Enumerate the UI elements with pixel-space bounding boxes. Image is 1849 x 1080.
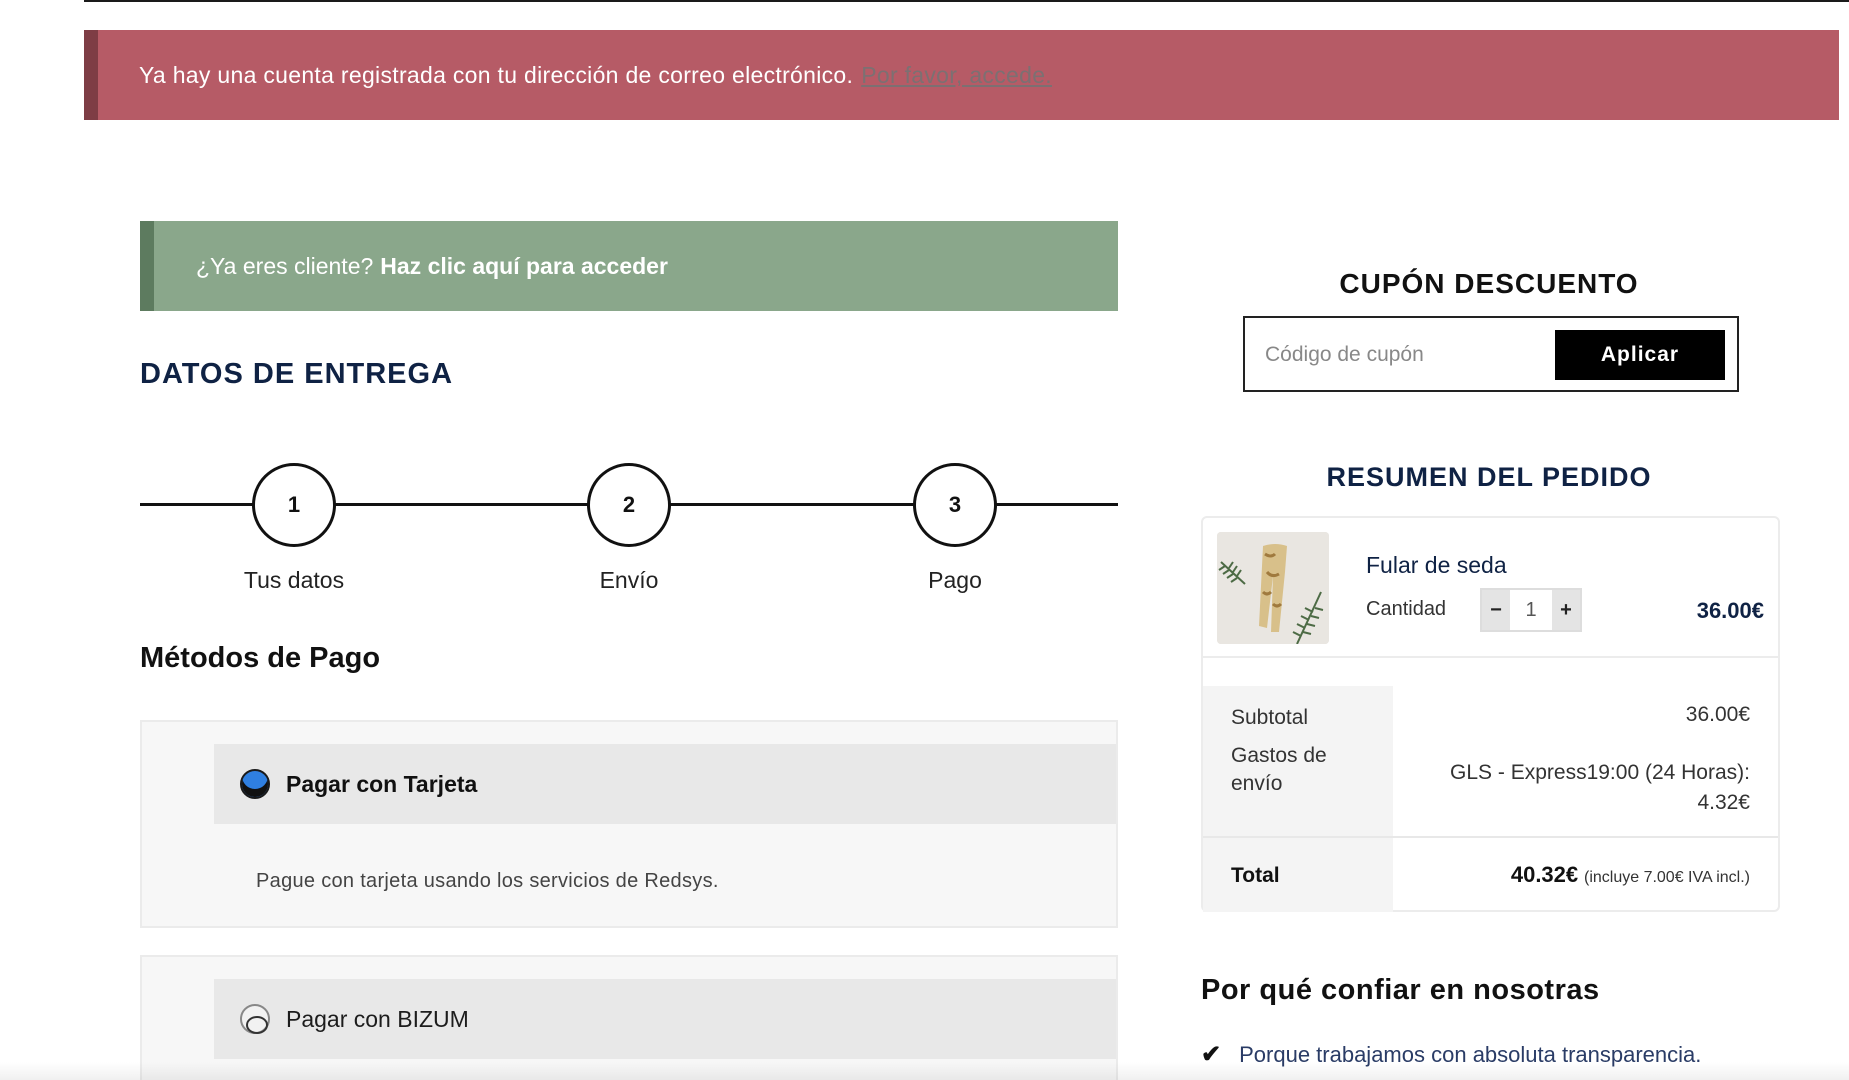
subtotal-value: 36.00€: [1685, 703, 1750, 726]
radio-selected-icon[interactable]: [240, 769, 270, 799]
error-notice-text: Ya hay una cuenta registrada con tu dire…: [139, 61, 854, 88]
product-image: [1217, 532, 1329, 644]
step-3-label: Pago: [928, 567, 982, 593]
step-2-label: Envío: [599, 567, 659, 593]
order-summary-title: RESUMEN DEL PEDIDO: [1326, 462, 1652, 492]
shipping-value: GLS - Express19:00 (24 Horas): 4.32€: [1450, 758, 1750, 818]
product-name: Fular de seda: [1366, 552, 1507, 578]
total-label: Total: [1231, 864, 1280, 887]
error-notice: Ya hay una cuenta registrada con tu dire…: [84, 30, 1839, 120]
product-price: 36.00€: [1696, 598, 1764, 623]
payment-method-card: Pagar con Tarjeta Pague con tarjeta usan…: [140, 720, 1118, 928]
cart-item: Fular de seda Cantidad − 1 + 36.00€: [1203, 518, 1778, 658]
coupon-title: CUPÓN DESCUENTO: [1339, 268, 1639, 299]
tax-note: (incluye 7.00€ IVA incl.): [1583, 869, 1750, 886]
step-shipping: 2 Envío: [549, 463, 709, 594]
shipping-label: Gastos de envío: [1231, 744, 1327, 795]
total-amount: 40.32€: [1510, 862, 1579, 887]
payment-option-label: Pagar con Tarjeta: [286, 770, 478, 797]
subtotal-label: Subtotal: [1231, 706, 1309, 729]
step-2-circle: 2: [587, 463, 671, 547]
payment-option-label: Pagar con BIZUM: [286, 1005, 469, 1032]
trust-section-title: Por qué confiar en nosotras: [1201, 974, 1600, 1006]
login-prompt-link[interactable]: Haz clic aquí para acceder: [380, 253, 668, 280]
total-row: Total 40.32€ (incluye 7.00€ IVA incl.): [1203, 836, 1778, 912]
returning-customer-notice: ¿Ya eres cliente? Haz clic aquí para acc…: [140, 221, 1118, 311]
quantity-stepper: − 1 +: [1480, 588, 1582, 632]
login-link[interactable]: Por favor, accede.: [861, 62, 1052, 89]
subtotal-row: Subtotal 36.00€: [1203, 686, 1778, 742]
order-summary: Fular de seda Cantidad − 1 + 36.00€ Subt…: [1201, 516, 1780, 912]
payment-description: Pague con tarjeta usando los servicios d…: [256, 870, 719, 892]
step-1-label: Tus datos: [243, 567, 345, 593]
minus-icon[interactable]: −: [1482, 590, 1510, 630]
step-1-circle: 1: [252, 463, 336, 547]
checkout-steps: 1 Tus datos 2 Envío 3 Pago: [140, 463, 1118, 593]
payment-option-card[interactable]: Pagar con Tarjeta: [214, 744, 1116, 824]
top-divider: [84, 0, 1849, 2]
total-value: 40.32€ (incluye 7.00€ IVA incl.): [1511, 860, 1750, 893]
shipping-cost: 4.32€: [1697, 791, 1750, 814]
step-details: 1 Tus datos: [214, 463, 374, 594]
viewport-bottom-shade: [0, 1062, 1849, 1080]
shipping-method: GLS - Express19:00 (24 Horas):: [1450, 761, 1750, 784]
step-payment: 3 Pago: [875, 463, 1035, 594]
shipping-row: Gastos de envío GLS - Express19:00 (24 H…: [1203, 742, 1778, 834]
radio-unselected-icon[interactable]: [240, 1004, 270, 1034]
payment-methods-title: Métodos de Pago: [140, 642, 381, 674]
apply-coupon-button[interactable]: Aplicar: [1555, 330, 1725, 380]
delivery-section-title: DATOS DE ENTREGA: [140, 358, 454, 390]
quantity-label: Cantidad: [1366, 598, 1447, 620]
step-3-circle: 3: [913, 463, 997, 547]
coupon-input[interactable]: [1265, 332, 1555, 378]
quantity-value[interactable]: 1: [1510, 590, 1552, 630]
returning-customer-text: ¿Ya eres cliente?: [196, 252, 374, 279]
coupon-form: Aplicar: [1243, 316, 1739, 392]
payment-option-bizum[interactable]: Pagar con BIZUM: [214, 979, 1116, 1059]
plus-icon[interactable]: +: [1552, 590, 1580, 630]
